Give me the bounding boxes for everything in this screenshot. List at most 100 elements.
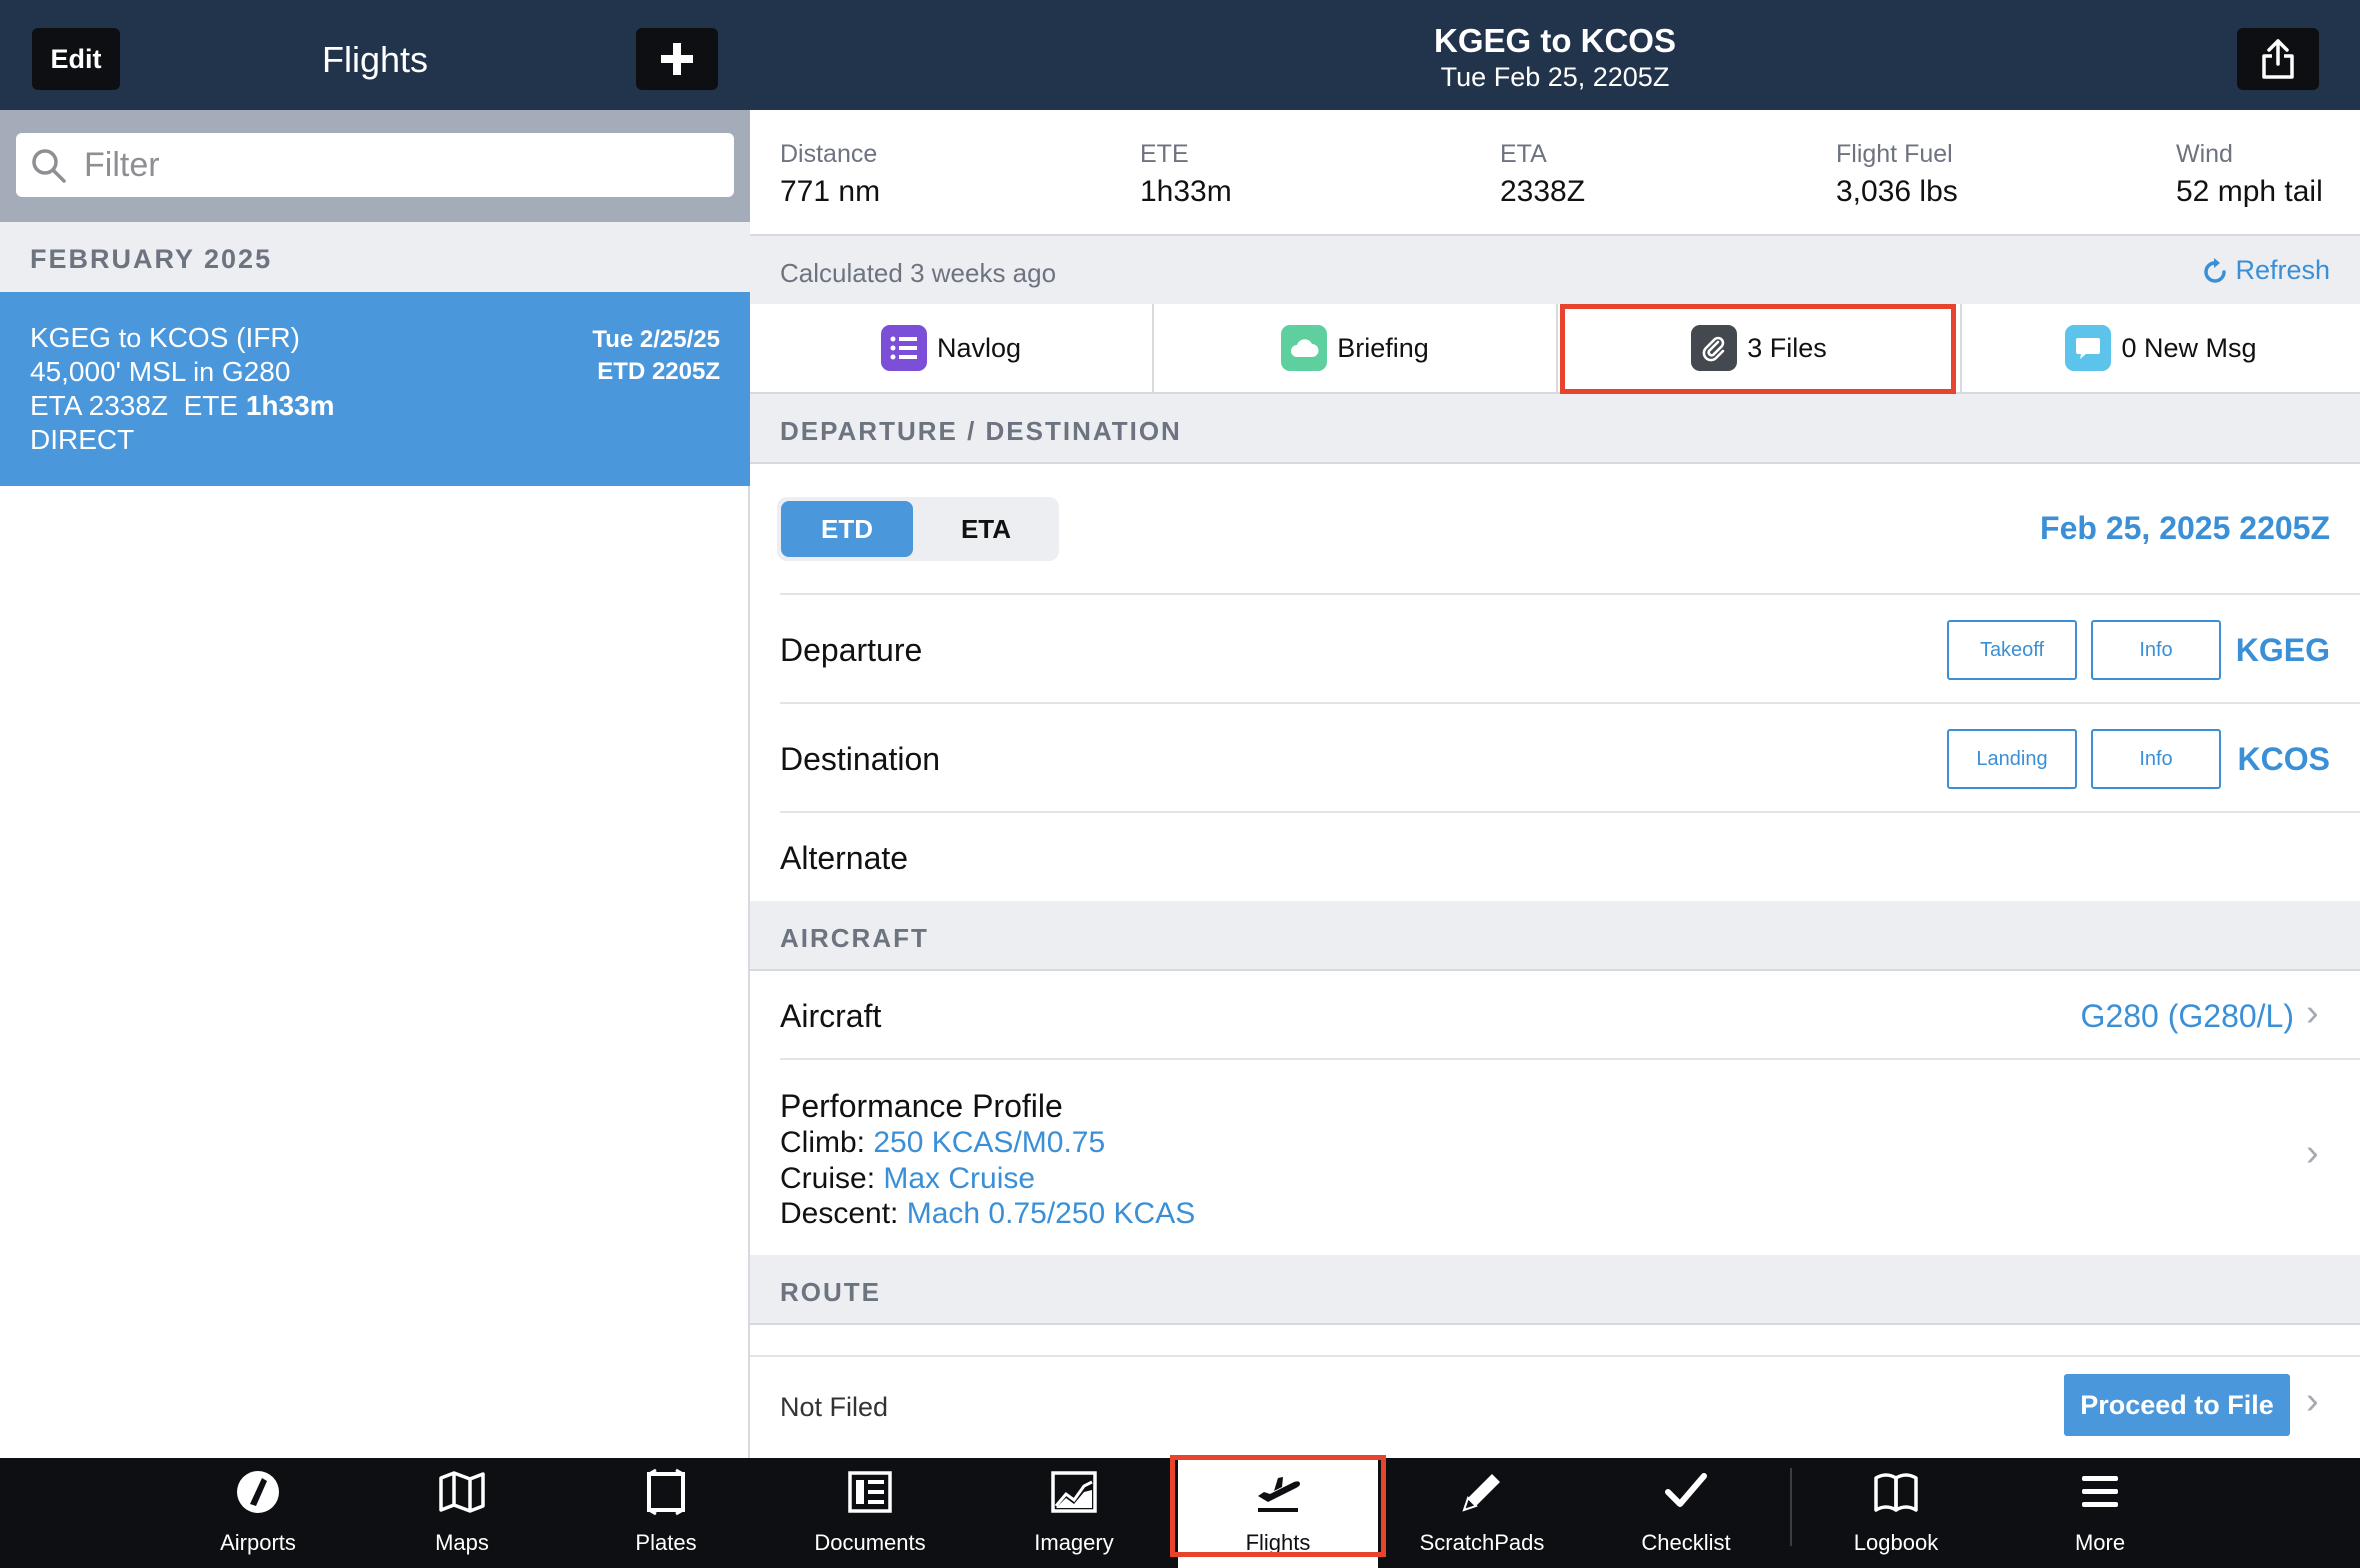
filter-input[interactable] <box>84 143 704 187</box>
segment-etd[interactable]: ETD <box>781 501 913 557</box>
departure-info-button[interactable]: Info <box>2091 620 2221 680</box>
flight-date: Tue 2/25/25 <box>592 326 720 353</box>
tabbar-label: Airports <box>220 1530 296 1555</box>
cruise-value: Max Cruise <box>883 1162 1036 1195</box>
section-route: ROUTE <box>750 1255 2360 1325</box>
tabbar-plates[interactable]: Plates <box>566 1458 766 1568</box>
flight-aircraft: G280 <box>221 356 291 387</box>
stat-value: 1h33m <box>1140 175 1232 208</box>
chat-bubble-icon <box>2065 325 2112 371</box>
flight-to-word: to <box>118 323 142 353</box>
cruise-label: Cruise: <box>780 1162 876 1195</box>
etd-time-value[interactable]: Feb 25, 2025 2205Z <box>2040 510 2330 547</box>
segment-eta[interactable]: ETA <box>917 501 1055 557</box>
stat-value: 771 nm <box>780 175 881 208</box>
edit-button[interactable]: Edit <box>32 28 120 90</box>
row-divider <box>780 811 2360 813</box>
tab-label: Briefing <box>1337 332 1429 363</box>
climb-value: 250 KCAS/M0.75 <box>873 1126 1106 1159</box>
stat-distance: Distance 771 nm <box>780 140 880 209</box>
flight-ete-label: ETE <box>183 390 239 421</box>
section-aircraft: AIRCRAFT <box>750 901 2360 971</box>
tabbar-scratchpads[interactable]: ScratchPads <box>1382 1458 1582 1568</box>
tabbar-airports[interactable]: Airports <box>158 1458 358 1568</box>
descent-line: Descent: Mach 0.75/250 KCAS <box>780 1197 1195 1231</box>
filing-status: Not Filed <box>780 1392 889 1422</box>
tabbar-label: Documents <box>814 1530 926 1555</box>
map-icon <box>439 1471 485 1513</box>
row-divider <box>750 1355 2360 1357</box>
chevron-right-icon[interactable]: › <box>2306 1132 2319 1175</box>
tab-briefing[interactable]: Briefing <box>1154 304 1556 392</box>
left-header: Flights Edit <box>0 0 750 110</box>
flights-list-pane: Flights Edit FEBRUARY 2025 KGEG to KCOS … <box>0 0 750 1458</box>
tabbar-label: ScratchPads <box>1419 1530 1545 1555</box>
tabbar-documents[interactable]: Documents <box>770 1458 970 1568</box>
destination-label: Destination <box>780 741 941 777</box>
plates-icon <box>647 1468 685 1516</box>
row-divider <box>780 702 2360 704</box>
flight-stats-bar: Distance 771 nm ETE 1h33m ETA 2338Z Flig… <box>750 110 2360 236</box>
plus-icon <box>661 43 693 75</box>
flight-list-item[interactable]: KGEG to KCOS (IFR) 45,000' MSL in G280 E… <box>0 292 750 486</box>
stat-value: 52 mph tail <box>2176 175 2323 208</box>
right-header: KGEG to KCOS Tue Feb 25, 2205Z <box>750 0 2360 110</box>
tab-label: 0 New Msg <box>2121 332 2257 363</box>
tab-navlog[interactable]: Navlog <box>750 304 1152 392</box>
landing-button[interactable]: Landing <box>1947 729 2077 789</box>
filter-area <box>0 110 750 222</box>
destination-code[interactable]: KCOS <box>2238 741 2330 778</box>
row-divider <box>780 593 2360 595</box>
tabbar-imagery[interactable]: Imagery <box>974 1458 1174 1568</box>
refresh-button[interactable]: Refresh <box>2203 255 2330 286</box>
tabbar-logbook[interactable]: Logbook <box>1796 1458 1996 1568</box>
stat-label: ETA <box>1500 140 1547 168</box>
proceed-to-file-button[interactable]: Proceed to File <box>2064 1374 2290 1436</box>
tabbar-maps[interactable]: Maps <box>362 1458 562 1568</box>
alternate-row[interactable]: Alternate <box>780 840 908 877</box>
stat-label: ETE <box>1140 140 1189 168</box>
flight-altitude-line: 45,000' MSL in G280 <box>30 356 290 388</box>
airport-icon <box>237 1471 279 1513</box>
aircraft-label: Aircraft <box>780 998 882 1034</box>
flight-title: KGEG to KCOS <box>1433 22 1676 59</box>
files-tab-highlight <box>1560 304 1956 394</box>
climb-line: Climb: 250 KCAS/M0.75 <box>780 1126 1105 1160</box>
row-divider <box>780 1058 2360 1060</box>
tabbar-label: Checklist <box>1641 1530 1731 1555</box>
imagery-icon <box>1051 1471 1097 1513</box>
takeoff-button[interactable]: Takeoff <box>1947 620 2077 680</box>
flight-in-word: in <box>193 357 215 387</box>
aircraft-value[interactable]: G280 (G280/L) <box>2081 998 2294 1035</box>
cloud-icon <box>1281 325 1328 371</box>
refresh-label: Refresh <box>2235 255 2330 285</box>
flight-route: DIRECT <box>30 424 135 455</box>
list-icon <box>880 325 927 371</box>
flight-from: KGEG <box>30 322 111 353</box>
stat-ete: ETE 1h33m <box>1140 140 1232 209</box>
flight-ete: 1h33m <box>245 390 335 421</box>
calculated-text: Calculated 3 weeks ago <box>780 258 1057 288</box>
departure-code[interactable]: KGEG <box>2236 632 2330 669</box>
add-flight-button[interactable] <box>636 28 718 90</box>
calculated-bar: Calculated 3 weeks ago Refresh <box>750 236 2360 304</box>
flight-times-line: ETA 2338Z ETE 1h33m <box>30 390 335 422</box>
departure-label: Departure <box>780 632 923 668</box>
destination-info-button[interactable]: Info <box>2091 729 2221 789</box>
tab-label: Navlog <box>936 332 1022 363</box>
chevron-right-icon: › <box>2306 992 2319 1034</box>
tabbar-more[interactable]: More <box>2000 1458 2200 1568</box>
tabbar-divider <box>1790 1468 1792 1546</box>
documents-icon <box>848 1471 892 1513</box>
descent-value: Mach 0.75/250 KCAS <box>906 1197 1196 1230</box>
flight-eta-label: ETA <box>30 390 81 421</box>
stat-label: Wind <box>2176 140 2233 168</box>
tabbar-checklist[interactable]: Checklist <box>1586 1458 1786 1568</box>
tabbar-label: Maps <box>435 1530 489 1555</box>
tabbar-label: Plates <box>635 1530 697 1555</box>
stat-value: 2338Z <box>1500 175 1586 208</box>
flight-etd: ETD 2205Z <box>597 358 720 385</box>
tab-messages[interactable]: 0 New Msg <box>1962 304 2360 392</box>
share-button[interactable] <box>2237 28 2319 90</box>
share-icon <box>2262 39 2294 79</box>
